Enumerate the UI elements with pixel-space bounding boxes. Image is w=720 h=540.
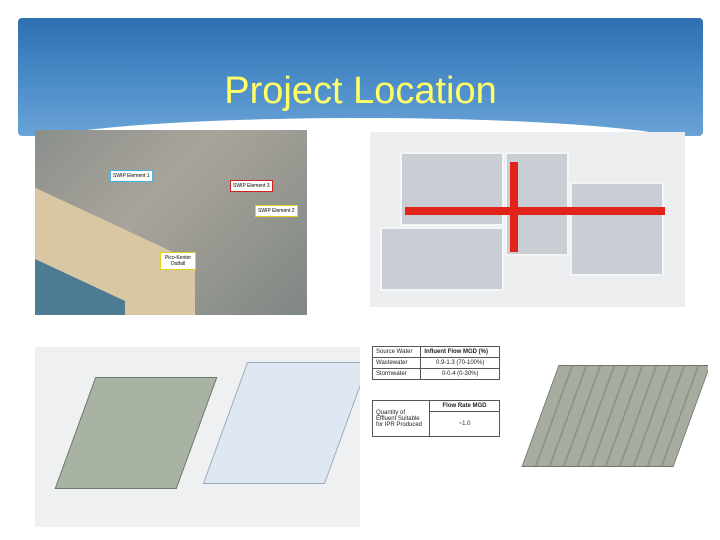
aerial-map-image: SWIP Element 1 SWIP Element 3 SWIP Eleme… — [35, 130, 307, 315]
table-header: Quantity of Effluent Suitable for IPR Pr… — [372, 400, 430, 437]
table-header: Flow Rate MGD — [429, 400, 500, 412]
table-cell: ~1.0 — [429, 411, 500, 437]
facility-3d-plan-image — [370, 132, 685, 307]
building-model-image — [35, 347, 360, 527]
table-header: Influent Flow MGD (%) — [420, 346, 500, 358]
map-label: SWIP Element 3 — [230, 180, 273, 192]
structure-model-image — [520, 345, 708, 493]
map-label: SWIP Element 2 — [255, 205, 298, 217]
table-cell: 0-0.4 (0-30%) — [420, 368, 500, 380]
table-cell: Wastewater — [371, 357, 422, 369]
effluent-table: Quantity of Effluent Suitable for IPR Pr… — [372, 400, 500, 437]
slide-title: Project Location — [224, 70, 497, 112]
table-header: Source Water — [371, 346, 422, 358]
flow-table: Source Water Influent Flow MGD (%) Wastew… — [371, 346, 500, 380]
table-cell: Stormwater — [371, 368, 422, 380]
table-cell: 0.9-1.3 (70-100%) — [420, 357, 500, 369]
map-label: SWIP Element 1 — [110, 170, 153, 182]
map-label: Pico-Kenter Outfall — [160, 252, 196, 270]
